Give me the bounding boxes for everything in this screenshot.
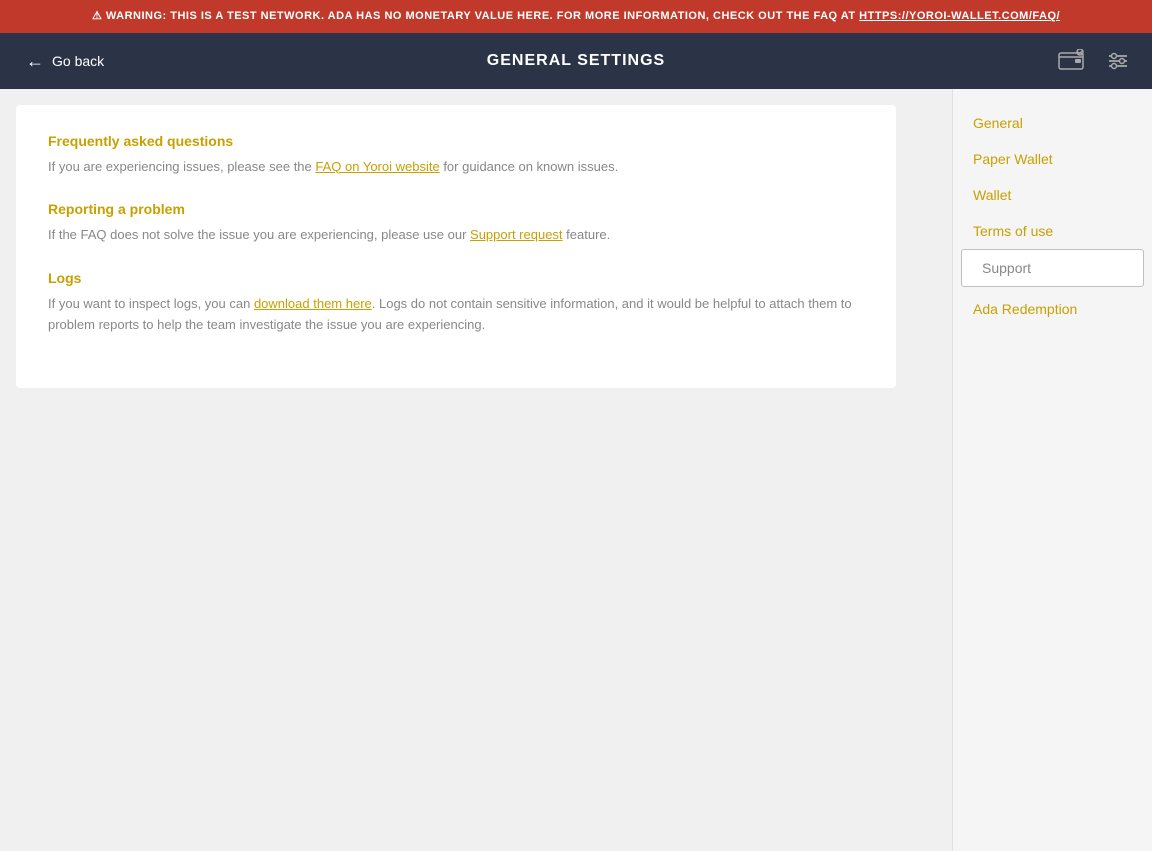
sidebar: General Paper Wallet Wallet Terms of use… xyxy=(952,89,1152,851)
sidebar-item-general-label: General xyxy=(973,115,1023,131)
sidebar-item-terms-of-use[interactable]: Terms of use xyxy=(953,213,1152,249)
faq-text-after: for guidance on known issues. xyxy=(440,159,619,174)
sidebar-item-ada-redemption[interactable]: Ada Redemption xyxy=(953,291,1152,327)
back-button[interactable]: ← Go back xyxy=(16,46,114,76)
sidebar-item-ada-label: Ada Redemption xyxy=(973,301,1077,317)
header: ← Go back GENERAL SETTINGS xyxy=(0,33,1152,89)
warning-link[interactable]: HTTPS://YOROI-WALLET.COM/FAQ/ xyxy=(859,10,1060,22)
logs-text-before: If you want to inspect logs, you can xyxy=(48,296,254,311)
reporting-text-after: feature. xyxy=(563,227,611,242)
sidebar-item-support[interactable]: Support xyxy=(961,249,1144,287)
reporting-link[interactable]: Support request xyxy=(470,227,563,242)
reporting-text-before: If the FAQ does not solve the issue you … xyxy=(48,227,470,242)
wallet-icon-button[interactable] xyxy=(1052,43,1092,79)
logs-download-link[interactable]: download them here xyxy=(254,296,372,311)
faq-text: If you are experiencing issues, please s… xyxy=(48,157,864,178)
sidebar-item-paper-wallet[interactable]: Paper Wallet xyxy=(953,141,1152,177)
sidebar-item-terms-label: Terms of use xyxy=(973,223,1053,239)
faq-text-before: If you are experiencing issues, please s… xyxy=(48,159,315,174)
sidebar-item-general[interactable]: General xyxy=(953,105,1152,141)
reporting-title: Reporting a problem xyxy=(48,201,864,217)
logs-text: If you want to inspect logs, you can dow… xyxy=(48,294,864,336)
settings-icon-button[interactable] xyxy=(1100,43,1136,79)
header-icons xyxy=(1052,43,1136,79)
sidebar-item-wallet[interactable]: Wallet xyxy=(953,177,1152,213)
sidebar-item-paper-wallet-label: Paper Wallet xyxy=(973,151,1053,167)
content-card: Frequently asked questions If you are ex… xyxy=(16,105,896,388)
warning-banner: ⚠ WARNING: THIS IS A TEST NETWORK. ADA H… xyxy=(0,0,1152,33)
sidebar-item-support-label: Support xyxy=(982,260,1031,276)
back-arrow-icon: ← xyxy=(26,52,44,70)
main-layout: Frequently asked questions If you are ex… xyxy=(0,89,1152,851)
content-area: Frequently asked questions If you are ex… xyxy=(0,89,952,851)
page-title: GENERAL SETTINGS xyxy=(487,52,665,70)
faq-title: Frequently asked questions xyxy=(48,133,864,149)
logs-title: Logs xyxy=(48,270,864,286)
faq-link[interactable]: FAQ on Yoroi website xyxy=(315,159,439,174)
back-label: Go back xyxy=(52,53,104,69)
sidebar-item-wallet-label: Wallet xyxy=(973,187,1011,203)
reporting-text: If the FAQ does not solve the issue you … xyxy=(48,225,864,246)
warning-text: ⚠ WARNING: THIS IS A TEST NETWORK. ADA H… xyxy=(92,10,859,22)
